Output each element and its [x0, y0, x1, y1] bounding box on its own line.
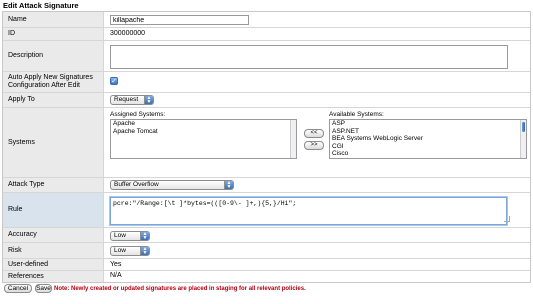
signature-form: Name ID 300000000 Description Auto Apply… — [2, 11, 531, 283]
list-item[interactable]: Cisco — [330, 150, 526, 158]
available-systems-label: Available Systems: — [329, 111, 384, 118]
list-item[interactable]: Apache — [111, 120, 296, 128]
row-auto-apply: Auto Apply New Signatures Configuration … — [3, 72, 530, 93]
attack-type-label: Attack Type — [3, 178, 104, 192]
list-item[interactable]: ASP.NET — [330, 128, 526, 136]
risk-select[interactable]: Low ▲ ▼ — [110, 246, 150, 256]
user-defined-value: Yes — [110, 261, 122, 268]
description-textarea[interactable] — [110, 45, 508, 69]
updown-arrow-icon: ▲ ▼ — [140, 247, 149, 256]
row-accuracy: Accuracy Low ▲ ▼ — [3, 228, 530, 243]
assigned-scrollbar[interactable] — [290, 120, 296, 158]
scroll-thumb[interactable] — [522, 122, 525, 132]
list-item[interactable]: BEA Systems WebLogic Server — [330, 135, 526, 143]
footer: Cancel Save Note: Newly created or updat… — [2, 284, 531, 294]
list-item[interactable]: Apache Tomcat — [111, 128, 296, 136]
row-description: Description — [3, 41, 530, 72]
row-rule: Rule pcre:"/Range:[\t ]*bytes=(([0-9\- ]… — [3, 193, 530, 228]
description-label: Description — [3, 41, 104, 71]
row-references: References N/A — [3, 271, 530, 282]
cancel-button[interactable]: Cancel — [4, 284, 32, 293]
attack-type-select[interactable]: Buffer Overflow ▲ ▼ — [110, 180, 234, 190]
row-id: ID 300000000 — [3, 28, 530, 41]
user-defined-label: User-defined — [3, 259, 104, 270]
attack-type-selected: Buffer Overflow — [114, 181, 159, 188]
name-input[interactable] — [110, 15, 249, 25]
accuracy-label: Accuracy — [3, 228, 104, 242]
save-button[interactable]: Save — [35, 284, 52, 293]
list-item[interactable]: ASP — [330, 120, 526, 128]
name-label: Name — [3, 12, 104, 27]
rule-textarea[interactable]: pcre:"/Range:[\t ]*bytes=(([0-9\- ]+,){5… — [110, 197, 507, 225]
apply-to-selected: Request — [114, 96, 139, 103]
assigned-systems-list[interactable]: Apache Apache Tomcat — [110, 119, 297, 159]
resize-grip-icon[interactable] — [504, 216, 510, 222]
references-value: N/A — [110, 272, 122, 279]
references-label: References — [3, 271, 104, 282]
available-systems-list[interactable]: ASP ASP.NET BEA Systems WebLogic Server … — [329, 119, 527, 159]
checkmark-icon: ✓ — [111, 78, 117, 85]
page-title: Edit Attack Signature — [3, 1, 79, 10]
row-risk: Risk Low ▲ ▼ — [3, 243, 530, 259]
staging-note: Note: Newly created or updated signature… — [54, 286, 306, 292]
list-item[interactable]: CGI — [330, 143, 526, 151]
risk-selected: Low — [114, 247, 126, 254]
assigned-systems-label: Assigned Systems: — [110, 111, 166, 118]
remove-system-button[interactable]: >> — [304, 141, 324, 150]
systems-label: Systems — [3, 108, 104, 177]
accuracy-selected: Low — [114, 232, 126, 239]
add-system-button[interactable]: << — [304, 129, 324, 138]
rule-label: Rule — [3, 193, 104, 227]
available-scrollbar[interactable] — [520, 120, 526, 158]
row-name: Name — [3, 12, 530, 28]
row-user-defined: User-defined Yes — [3, 259, 530, 271]
updown-arrow-icon: ▲ ▼ — [140, 232, 149, 241]
accuracy-select[interactable]: Low ▲ ▼ — [110, 231, 150, 241]
row-attack-type: Attack Type Buffer Overflow ▲ ▼ — [3, 178, 530, 193]
id-value: 300000000 — [110, 30, 146, 37]
row-apply-to: Apply To Request ▲ ▼ — [3, 93, 530, 108]
row-systems: Systems Assigned Systems: Apache Apache … — [3, 108, 530, 178]
updown-arrow-icon: ▲ ▼ — [144, 96, 153, 105]
updown-arrow-icon: ▲ ▼ — [224, 181, 233, 190]
id-label: ID — [3, 28, 104, 40]
apply-to-select[interactable]: Request ▲ ▼ — [110, 95, 154, 105]
risk-label: Risk — [3, 243, 104, 258]
apply-to-label: Apply To — [3, 93, 104, 107]
auto-apply-checkbox[interactable]: ✓ — [110, 77, 118, 85]
auto-apply-label: Auto Apply New Signatures Configuration … — [3, 72, 104, 92]
